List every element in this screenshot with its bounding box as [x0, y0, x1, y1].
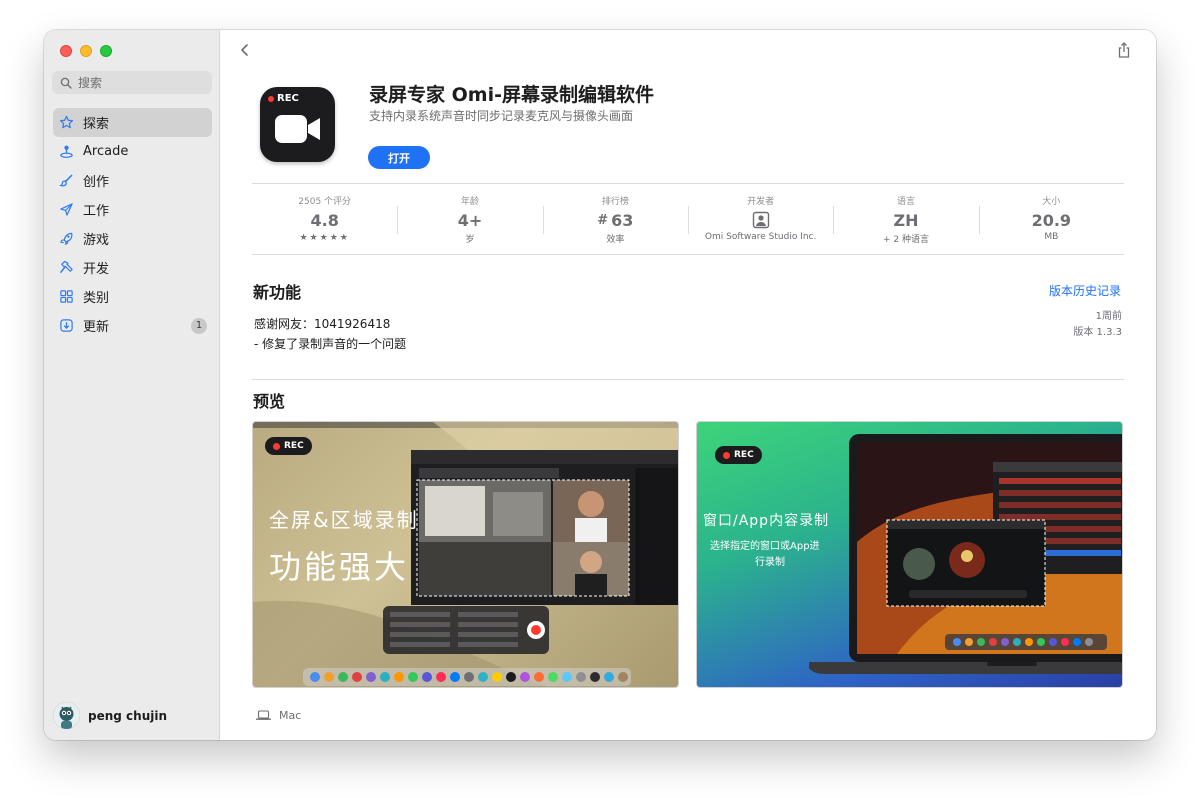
joystick-icon — [58, 144, 74, 160]
platform-info: Mac — [256, 709, 301, 722]
sidebar-item-develop[interactable]: 开发 — [53, 253, 212, 282]
stat-language: 语言 ZH + 2 种语言 — [833, 186, 978, 254]
stat-value: #63 — [543, 210, 688, 230]
sidebar-item-discover[interactable]: 探索 — [53, 108, 212, 137]
screenshot-2-caption: 选择指定的窗口或App进 — [710, 541, 820, 552]
stat-value: 20.9 — [1031, 210, 1072, 230]
grid-icon — [58, 289, 74, 305]
preview-screenshot-1[interactable]: REC 全屏&区域录制 功能强大 — [252, 421, 679, 688]
zoom-window-button[interactable] — [100, 45, 112, 57]
preview-title: 预览 — [253, 392, 286, 411]
download-icon — [58, 318, 74, 334]
sidebar-item-label: Arcade — [83, 144, 129, 159]
screenshot-1-headline: 全屏&区域录制 — [269, 508, 419, 532]
brush-icon — [58, 173, 74, 189]
account-button[interactable]: peng chujin — [53, 702, 167, 729]
release-version: 版本 1.3.3 — [1073, 327, 1122, 338]
updates-count-badge: 1 — [191, 317, 207, 334]
avatar — [53, 702, 80, 729]
whats-new-title: 新功能 — [253, 283, 302, 302]
stat-size: 大小 20.9 MB — [978, 186, 1124, 254]
rocket-icon — [58, 231, 74, 247]
divider — [252, 379, 1124, 380]
sidebar: 搜索 探索 Arcade 创作 工作 游戏 开发 类别 更新 1 peng ch… — [44, 30, 220, 740]
stat-label: 语言 — [896, 197, 915, 207]
sidebar-nav: 探索 Arcade 创作 工作 游戏 开发 类别 更新 1 — [53, 108, 212, 340]
rec-badge: REC — [265, 437, 312, 455]
search-icon — [60, 77, 72, 89]
star-icon — [58, 115, 74, 131]
version-history-link[interactable]: 版本历史记录 — [1049, 282, 1121, 299]
app-icon: REC — [260, 87, 335, 162]
sidebar-item-label: 工作 — [83, 204, 110, 219]
hammer-icon — [58, 260, 74, 276]
stat-value — [688, 210, 833, 230]
app-detail-page: REC 录屏专家 Omi-屏幕录制编辑软件 支持内录系统声音时同步记录麦克风与摄… — [220, 30, 1156, 740]
paper-plane-icon — [58, 202, 74, 218]
stat-sub: + 2 种语言 — [882, 235, 929, 245]
divider — [252, 254, 1124, 255]
info-stats-row: 2505 个评分 4.8 ★★★★★ 年龄 4+ 岁 排行榜 #63 效率 开发… — [252, 186, 1124, 254]
share-icon[interactable] — [1116, 41, 1132, 59]
sidebar-item-label: 类别 — [83, 291, 110, 306]
open-button[interactable]: 打开 — [368, 146, 430, 169]
release-note-line: 感谢网友：1041926418 — [254, 317, 391, 331]
sidebar-item-updates[interactable]: 更新 1 — [53, 311, 212, 340]
release-time: 1周前 — [1095, 311, 1122, 322]
release-notes: 感谢网友：1041926418 - 修复了录制声音的一个问题 — [254, 314, 406, 354]
window-controls — [60, 45, 112, 57]
sidebar-item-work[interactable]: 工作 — [53, 195, 212, 224]
sidebar-item-label: 游戏 — [83, 233, 110, 248]
sidebar-item-arcade[interactable]: Arcade — [53, 137, 212, 166]
screenshot-2-headline: 窗口/App内容录制 — [703, 513, 830, 529]
stat-value: 4.8 — [310, 210, 339, 230]
stat-age: 年龄 4+ 岁 — [397, 186, 542, 254]
user-name: peng chujin — [88, 708, 168, 723]
stat-sub: Omi Software Studio Inc. — [704, 232, 817, 242]
app-store-window: 搜索 探索 Arcade 创作 工作 游戏 开发 类别 更新 1 peng ch… — [44, 30, 1156, 740]
stat-sub: 岁 — [465, 235, 475, 245]
sidebar-item-label: 更新 — [83, 320, 110, 335]
developer-person-icon — [752, 211, 769, 229]
stat-label: 开发者 — [747, 197, 775, 207]
stat-label: 年龄 — [460, 197, 479, 207]
rec-badge: REC — [715, 446, 762, 464]
search-field[interactable]: 搜索 — [52, 71, 212, 94]
app-title: 录屏专家 Omi-屏幕录制编辑软件 — [369, 84, 654, 106]
stat-sub: 效率 — [606, 235, 625, 245]
stat-developer[interactable]: 开发者 Omi Software Studio Inc. — [687, 186, 833, 254]
rank-hash: # — [597, 212, 609, 228]
stat-sub: MB — [1044, 232, 1059, 242]
search-placeholder: 搜索 — [78, 76, 103, 90]
preview-screenshot-2[interactable]: REC 窗口/App内容录制 选择指定的窗口或App进 行录制 — [696, 421, 1123, 688]
sidebar-item-games[interactable]: 游戏 — [53, 224, 212, 253]
stat-value: 4+ — [457, 210, 483, 230]
sidebar-item-create[interactable]: 创作 — [53, 166, 212, 195]
laptop-icon — [256, 710, 271, 720]
platform-label: Mac — [279, 709, 302, 722]
sidebar-item-label: 探索 — [83, 117, 110, 132]
release-note-line: - 修复了录制声音的一个问题 — [254, 337, 407, 351]
divider — [252, 183, 1124, 184]
back-chevron-icon[interactable] — [238, 42, 252, 58]
rank-number: 63 — [611, 210, 634, 230]
stat-chart[interactable]: 排行榜 #63 效率 — [542, 186, 688, 254]
stat-value: ZH — [893, 210, 919, 230]
sidebar-item-label: 创作 — [83, 175, 110, 190]
stat-label: 2505 个评分 — [298, 197, 352, 207]
screenshot-1-subheadline: 功能强大 — [269, 548, 410, 586]
app-subtitle: 支持内录系统声音时同步记录麦克风与摄像头画面 — [369, 109, 634, 123]
stat-label: 大小 — [1042, 197, 1061, 207]
minimize-window-button[interactable] — [80, 45, 92, 57]
release-meta: 1周前 版本 1.3.3 — [1073, 309, 1122, 341]
screenshot-2-caption-line2: 行录制 — [755, 557, 785, 568]
sidebar-item-categories[interactable]: 类别 — [53, 282, 212, 311]
video-camera-icon — [275, 115, 320, 143]
sidebar-item-label: 开发 — [83, 262, 110, 277]
rating-stars: ★★★★★ — [299, 233, 350, 243]
stat-ratings: 2505 个评分 4.8 ★★★★★ — [252, 186, 397, 254]
app-icon-rec-label: REC — [268, 93, 299, 104]
stat-label: 排行榜 — [601, 197, 629, 207]
close-window-button[interactable] — [60, 45, 72, 57]
